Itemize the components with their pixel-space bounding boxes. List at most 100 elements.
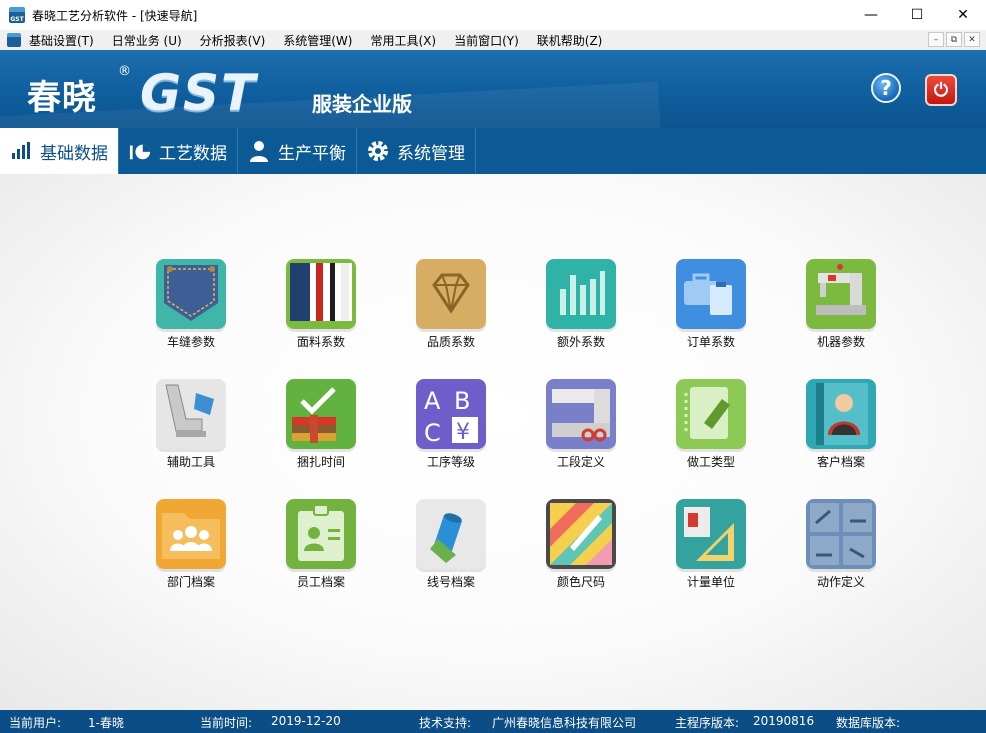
tile-bundle-time[interactable]: 捆扎时间 [256, 379, 386, 499]
motion-grid-icon [806, 499, 876, 569]
tile-label: 车缝参数 [166, 335, 215, 349]
mdi-app-icon[interactable] [7, 33, 21, 47]
tile-label: 做工类型 [686, 455, 735, 469]
thread-spool-icon [416, 499, 486, 569]
notebook-pen-icon [676, 379, 746, 449]
tile-order-coefficient[interactable]: 订单系数 [646, 259, 776, 379]
tile-label: 员工档案 [296, 575, 345, 589]
svg-text:C: C [424, 419, 441, 447]
tile-fabric-coefficient[interactable]: 面料系数 [256, 259, 386, 379]
menu-common-tools[interactable]: 常用工具(X) [370, 32, 445, 49]
tile-extra-coefficient[interactable]: 额外系数 [516, 259, 646, 379]
minimize-button[interactable]: — [848, 0, 894, 30]
power-icon[interactable]: ⏻ [925, 74, 957, 106]
tab-production-balance[interactable]: 生产平衡 [238, 128, 357, 174]
maximize-button[interactable]: ☐ [894, 0, 940, 30]
tile-quality-coefficient[interactable]: 品质系数 [386, 259, 516, 379]
tab-label: 工艺数据 [159, 143, 227, 164]
ruler-triangle-icon [676, 499, 746, 569]
group-folder-icon [156, 499, 226, 569]
tile-aux-tools[interactable]: 辅助工具 [126, 379, 256, 499]
tile-sewing-params[interactable]: 车缝参数 [126, 259, 256, 379]
gst-app-icon[interactable]: GST [9, 7, 25, 23]
brand-logo-cn: 春晓 [27, 78, 97, 118]
tile-department-file[interactable]: 部门档案 [126, 499, 256, 619]
tile-thread-file[interactable]: 线号档案 [386, 499, 516, 619]
tile-customer-file[interactable]: 客户档案 [776, 379, 906, 499]
presser-foot-icon [156, 379, 226, 449]
tile-label: 订单系数 [686, 335, 735, 349]
tile-work-type[interactable]: 做工类型 [646, 379, 776, 499]
bar-chart-icon [10, 140, 32, 162]
tab-process-data[interactable]: 工艺数据 [119, 128, 238, 174]
tile-process-level[interactable]: A B C ¥ 工序等级 [386, 379, 516, 499]
briefcase-clipboard-icon [676, 259, 746, 329]
tile-label: 计量单位 [686, 575, 735, 589]
tile-color-size[interactable]: 颜色尺码 [516, 499, 646, 619]
pie-chart-icon [129, 140, 151, 162]
tile-label: 客户档案 [816, 455, 865, 469]
title-bar: GST 春晓工艺分析软件 - [快速导航] — ☐ ✕ [0, 0, 986, 30]
person-icon [248, 140, 270, 162]
denim-pocket-icon [156, 259, 226, 329]
status-bar: 当前用户: 1-春晓 当前时间: 2019-12-20 技术支持: 广州春晓信息… [0, 710, 986, 733]
tech-support-label: 技术支持: [419, 716, 472, 730]
current-time-label: 当前时间: [200, 716, 253, 730]
menu-system-management[interactable]: 系统管理(W) [283, 32, 361, 49]
tile-label: 线号档案 [426, 575, 475, 589]
menu-analysis-reports[interactable]: 分析报表(V) [200, 32, 275, 49]
mdi-minimize-button[interactable]: – [928, 32, 944, 47]
diamond-icon [416, 259, 486, 329]
current-time-value: 2019-12-20 [271, 714, 341, 728]
tab-label: 系统管理 [397, 143, 465, 164]
window-title: 春晓工艺分析软件 - [快速导航] [32, 8, 198, 23]
tech-support-value: 广州春晓信息科技有限公司 [492, 716, 637, 730]
tile-grid: 车缝参数 面料系数 品质系数 额外系数 订单系数 机器参数 辅助工具 捆扎时间 … [126, 259, 906, 619]
tab-system-management[interactable]: 系统管理 [357, 128, 476, 174]
tile-section-definition[interactable]: 工段定义 [516, 379, 646, 499]
tile-label: 辅助工具 [166, 455, 215, 469]
close-button[interactable]: ✕ [940, 0, 986, 30]
menu-current-window[interactable]: 当前窗口(Y) [454, 32, 528, 49]
tab-basic-data[interactable]: 基础数据 [0, 128, 119, 174]
db-version-label: 数据库版本: [836, 716, 901, 730]
tile-unit-of-measure[interactable]: 计量单位 [646, 499, 776, 619]
color-palette-icon [546, 499, 616, 569]
tile-employee-file[interactable]: 员工档案 [256, 499, 386, 619]
tile-label: 机器参数 [816, 335, 865, 349]
menu-items: 基础设置(T) 日常业务 (U) 分析报表(V) 系统管理(W) 常用工具(X)… [29, 32, 620, 49]
mdi-close-button[interactable]: ✕ [964, 32, 980, 47]
tile-label: 颜色尺码 [556, 575, 605, 589]
help-icon[interactable]: ? [871, 73, 901, 103]
window-controls: — ☐ ✕ [848, 0, 986, 30]
menu-basic-settings[interactable]: 基础设置(T) [29, 32, 103, 49]
tile-machine-params[interactable]: 机器参数 [776, 259, 906, 379]
tile-label: 捆扎时间 [296, 455, 345, 469]
module-tabs: 基础数据 工艺数据 生产平衡 系统管理 [0, 128, 986, 174]
contact-book-icon [806, 379, 876, 449]
mdi-restore-button[interactable]: ⧉ [946, 32, 962, 47]
menu-bar: 基础设置(T) 日常业务 (U) 分析报表(V) 系统管理(W) 常用工具(X)… [0, 30, 986, 50]
menu-daily-business[interactable]: 日常业务 (U) [112, 32, 191, 49]
tile-label: 部门档案 [166, 575, 215, 589]
svg-text:A: A [424, 387, 441, 415]
fabric-stripes-icon [286, 259, 356, 329]
bar-graph-icon [546, 259, 616, 329]
tile-label: 额外系数 [556, 335, 605, 349]
program-version-label: 主程序版本: [675, 716, 740, 730]
tile-label: 面料系数 [296, 335, 345, 349]
svg-text:B: B [454, 387, 470, 415]
tab-label: 生产平衡 [278, 143, 346, 164]
id-badge-icon [286, 499, 356, 569]
abc-yen-icon: A B C ¥ [416, 379, 486, 449]
brand-logo-gst: GST [140, 64, 258, 122]
tile-label: 工序等级 [426, 455, 475, 469]
svg-text:¥: ¥ [456, 420, 470, 445]
tile-label: 动作定义 [816, 575, 865, 589]
tile-motion-definition[interactable]: 动作定义 [776, 499, 906, 619]
registered-mark: ® [118, 64, 131, 79]
sewing-machine-icon [806, 259, 876, 329]
mdi-controls: – ⧉ ✕ [928, 32, 980, 47]
menu-online-help[interactable]: 联机帮助(Z) [537, 32, 612, 49]
bundle-check-icon [286, 379, 356, 449]
